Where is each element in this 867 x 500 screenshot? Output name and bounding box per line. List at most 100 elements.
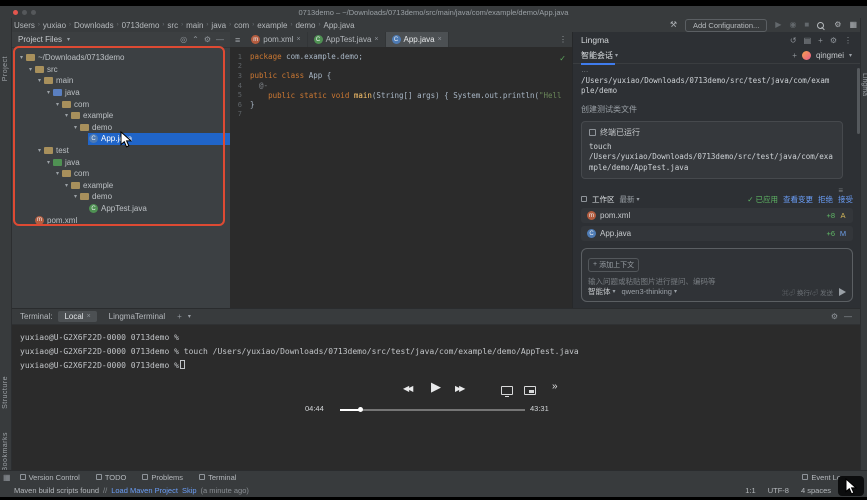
sessions-icon[interactable]: ▤ [804,36,812,45]
close-icon[interactable]: × [374,36,378,43]
breadcrumb-item-example[interactable]: example [257,21,287,30]
breadcrumb-item-src[interactable]: src [167,21,178,30]
minimize-window-button[interactable] [22,9,27,15]
tab-pom-xml[interactable]: m pom.xml × [245,32,308,47]
search-icon[interactable] [817,21,826,30]
chevron-down-icon[interactable]: ▾ [188,313,191,320]
fast-forward-icon[interactable]: ▶▶ [455,385,465,393]
more-options-icon[interactable]: ⋮ [844,36,852,45]
close-icon[interactable]: × [438,36,442,43]
breadcrumb-item-main[interactable]: main [186,21,203,30]
chat-input[interactable]: + 添加上下文 输入问题或粘贴图片进行提问、编码等 智能体 ▾ qwen3-th… [581,248,853,302]
tool-window-structure[interactable]: Structure [2,376,9,409]
pip-icon[interactable] [524,386,536,395]
tool-window-bookmarks[interactable]: Bookmarks [2,432,9,472]
locate-file-icon[interactable]: ◎ [180,35,187,44]
settings-gear-icon[interactable]: ⚙ [834,21,841,29]
view-changes-link[interactable]: 查看变更 [783,194,813,205]
tab-local[interactable]: Local × [58,311,97,322]
minimize-icon[interactable]: — [844,312,852,321]
reject-link[interactable]: 拒绝 [818,194,833,205]
close-window-button[interactable] [13,9,18,15]
play-icon[interactable]: ▶ [431,380,441,393]
lingma-panel: Lingma ↺ ▤ + ⚙ ⋮ 智能会话 ▾ + qingmei ▾ … /U… [572,32,860,308]
chat-scrollbar[interactable] [857,68,860,134]
model-selector[interactable]: qwen3-thinking ▾ [622,287,677,296]
progress-bar[interactable] [340,407,525,412]
tree-item-demo[interactable]: ▾ demo [12,191,230,203]
tab-apptest-java[interactable]: C AppTest.java × [308,32,386,47]
settings-gear-icon[interactable]: ⚙ [204,35,211,44]
hide-panel-icon[interactable]: — [216,35,224,44]
close-icon[interactable]: × [297,36,301,43]
code-editor[interactable]: 1 package com.example.demo; 2 3 public class… [230,48,572,308]
tool-window-lingma[interactable]: Lingma [861,73,867,96]
status-tool-todo[interactable]: TODO [95,473,126,482]
tool-window-project[interactable]: Project [2,56,9,81]
breadcrumb-item-java[interactable]: java [211,21,226,30]
layout-icon[interactable]: ▦ [849,21,857,29]
tree-item-example[interactable]: ▾ example [12,110,230,122]
build-hammer-icon[interactable]: ⚒ [670,21,677,29]
add-context-chip[interactable]: + 添加上下文 [588,257,640,272]
tree-item-example[interactable]: ▾ example [12,180,230,192]
display-icon[interactable] [501,386,513,397]
debug-icon[interactable]: ◉ [789,21,796,29]
rewind-icon[interactable]: ◀◀ [403,385,413,393]
more-controls-icon[interactable]: » [552,381,558,392]
project-files-dropdown[interactable]: Project Files [18,35,62,44]
load-maven-project-link[interactable]: Load Maven Project [111,486,178,495]
status-utf-8[interactable]: UTF-8 [768,486,789,495]
breadcrumb-item-com[interactable]: com [234,21,249,30]
more-options-icon[interactable]: ⋮ [554,35,572,44]
tree-item-apptest-java[interactable]: C AppTest.java [12,203,230,215]
new-terminal-icon[interactable]: + [177,312,182,321]
inspection-ok-icon[interactable]: ✓ [559,54,566,63]
skip-link[interactable]: Skip [182,486,197,495]
tab-lingmaterminal[interactable]: LingmaTerminal [103,311,171,322]
breadcrumb-item-demo[interactable]: demo [295,21,315,30]
changed-file-pom-xml[interactable]: m pom.xml +8 A [581,208,853,223]
project-tree[interactable]: ▾ ~/Downloads/0713demo ▾ src ▾ main ▾ java ▾ com ▾… [12,48,230,308]
changed-file-app-java[interactable]: C App.java +6 M [581,226,853,241]
tab-smart-chat[interactable]: 智能会话 ▾ [581,50,618,65]
add-icon[interactable]: + [792,51,797,60]
tree-item-java[interactable]: ▾ java [12,87,230,99]
breadcrumb-item-yuxiao[interactable]: yuxiao [43,21,66,30]
status-tool-problems[interactable]: Problems [142,473,183,482]
settings-gear-icon[interactable]: ⚙ [831,312,838,321]
status-4-spaces[interactable]: 4 spaces [801,486,831,495]
stop-icon[interactable]: ■ [804,21,809,29]
tab-app-java[interactable]: C App.java × [385,32,449,47]
send-button[interactable] [839,287,846,296]
accept-link[interactable]: 接受 [838,194,853,205]
breadcrumb-item-0713demo[interactable]: 0713demo [122,21,160,30]
breadcrumb-item-app-java[interactable]: App.java [324,21,355,30]
tree-item-com[interactable]: ▾ com [12,168,230,180]
tree-item-com[interactable]: ▾ com [12,98,230,110]
collapse-all-icon[interactable]: ⌃ [192,35,199,44]
user-menu[interactable]: qingmei [816,51,844,60]
tool-window-switcher-icon[interactable]: ▦ [3,473,11,482]
tree-item-main[interactable]: ▾ main [12,75,230,87]
tree-item-java[interactable]: ▾ java [12,156,230,168]
tree-item-src[interactable]: ▾ src [12,64,230,76]
history-icon[interactable]: ↺ [790,36,797,45]
breadcrumb-item-downloads[interactable]: Downloads [74,21,114,30]
status-1-1[interactable]: 1:1 [745,486,755,495]
terminal-output[interactable]: yuxiao@U-G2X6F22D-0000 0713demo % yuxiao@… [12,325,860,379]
latest-dropdown[interactable]: 最新 ▾ [620,194,640,205]
new-chat-icon[interactable]: + [818,36,823,45]
status-tool-version-control[interactable]: Version Control [19,473,80,482]
run-icon[interactable]: ▶ [775,21,781,29]
breadcrumb-item-users[interactable]: Users [14,21,35,30]
close-icon[interactable]: × [87,313,91,320]
status-tool-terminal[interactable]: Terminal [199,473,236,482]
zoom-window-button[interactable] [31,9,36,15]
agent-selector[interactable]: 智能体 ▾ [588,286,616,297]
hamburger-menu-icon[interactable]: ≡ [230,35,245,45]
tree-item-pom-xml[interactable]: m pom.xml [12,214,230,226]
tree-item-downloads-0713demo[interactable]: ▾ ~/Downloads/0713demo [12,52,230,64]
settings-gear-icon[interactable]: ⚙ [830,36,837,45]
add-configuration-button[interactable]: Add Configuration... [684,18,768,32]
